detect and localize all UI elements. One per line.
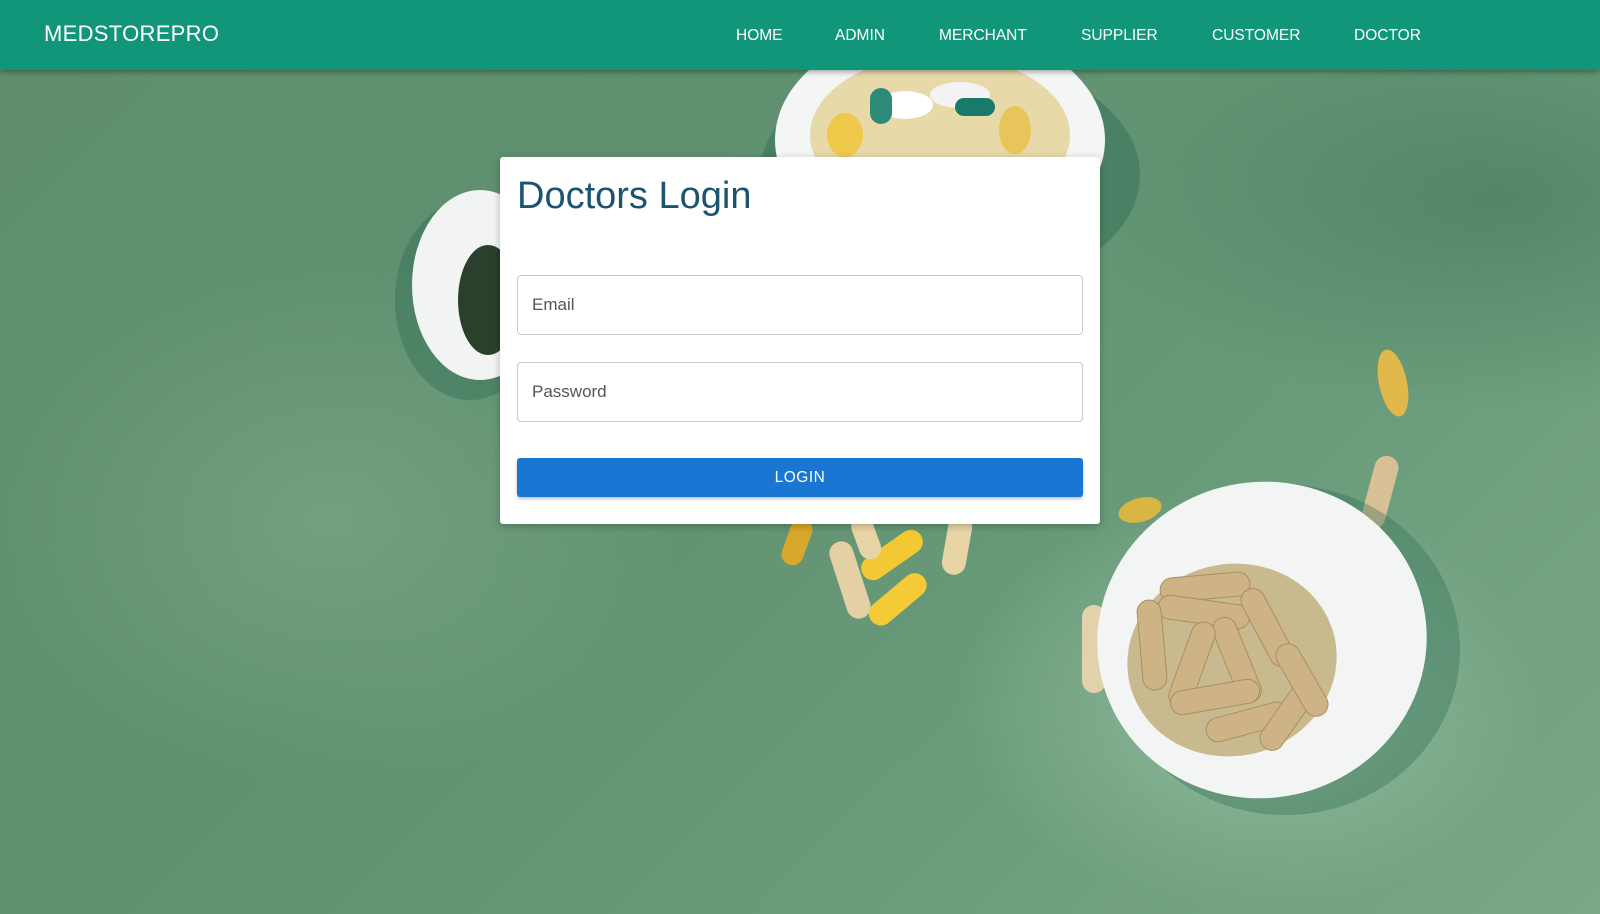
nav-admin[interactable]: ADMIN <box>835 27 885 45</box>
nav-customer[interactable]: CUSTOMER <box>1212 27 1300 45</box>
password-field[interactable] <box>517 362 1083 422</box>
nav-home[interactable]: HOME <box>736 27 783 45</box>
nav-merchant[interactable]: MERCHANT <box>939 27 1027 45</box>
top-navbar: MEDSTOREPRO HOME ADMIN MERCHANT SUPPLIER… <box>0 0 1600 70</box>
login-title: Doctors Login <box>517 175 752 217</box>
nav-doctor[interactable]: DOCTOR <box>1354 27 1421 45</box>
brand-logo-text[interactable]: MEDSTOREPRO <box>44 21 219 47</box>
nav-supplier[interactable]: SUPPLIER <box>1081 27 1158 45</box>
login-card: Doctors Login LOGIN <box>500 157 1100 524</box>
login-button[interactable]: LOGIN <box>517 458 1083 497</box>
email-field[interactable] <box>517 275 1083 335</box>
